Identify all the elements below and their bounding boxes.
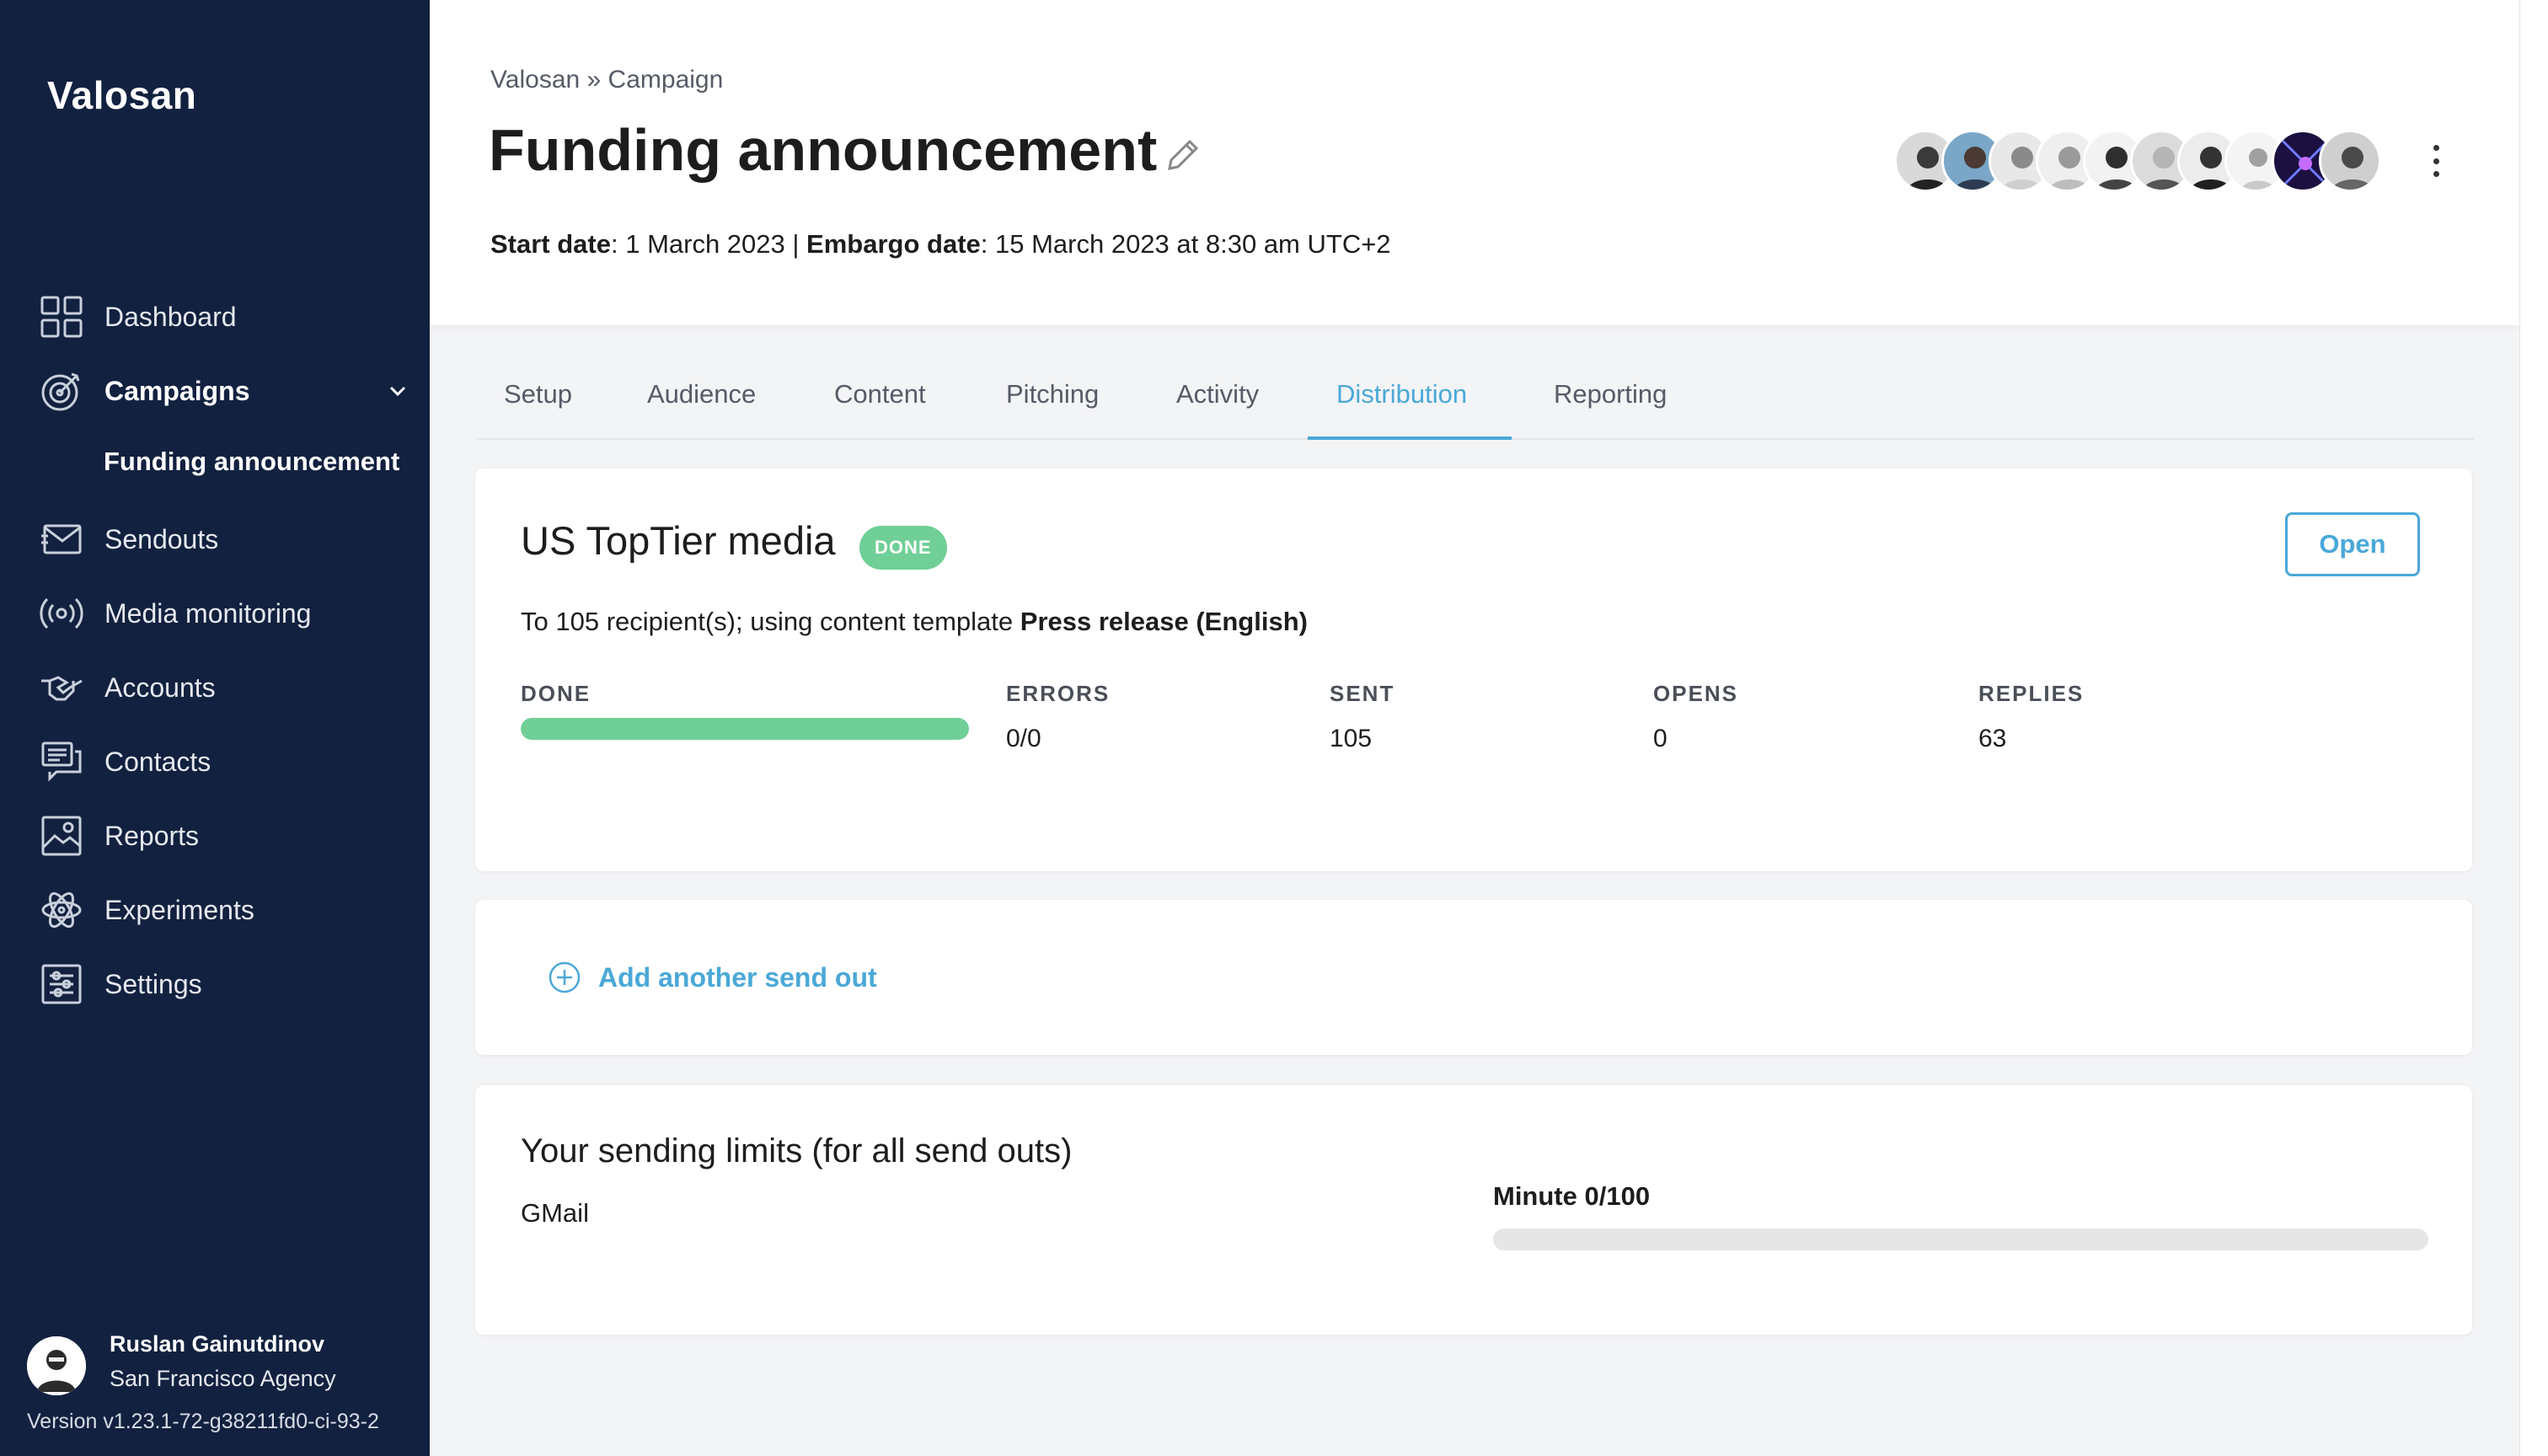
sidebar-item-label: Accounts xyxy=(104,672,216,703)
sendout-recipients: To 105 recipient(s); using content templ… xyxy=(521,607,1308,637)
tab-reporting[interactable]: Reporting xyxy=(1554,379,1667,410)
chat-bubbles-icon xyxy=(39,739,84,784)
sidebar-item-label: Sendouts xyxy=(104,523,219,554)
sending-limits-title: Your sending limits (for all send outs) xyxy=(521,1132,1073,1170)
user-avatar[interactable] xyxy=(27,1336,86,1395)
minute-limit-bar xyxy=(1493,1228,2428,1250)
plus-circle-icon[interactable] xyxy=(548,961,581,994)
sidebar-item-sendouts[interactable]: Sendouts xyxy=(39,506,410,573)
campaign-dates: Start date: 1 March 2023 | Embargo date:… xyxy=(490,229,1391,260)
sidebar-subitem-funding-announcement[interactable]: Funding announcement xyxy=(104,447,409,477)
report-image-icon xyxy=(39,813,84,859)
handshake-icon xyxy=(39,665,84,710)
sendout-title: US TopTier media xyxy=(521,518,836,563)
sendout-card: US TopTier media DONE Open To 105 recipi… xyxy=(475,468,2472,871)
stat-value-replies: 63 xyxy=(1978,725,2007,752)
campaign-header: Valosan » Campaign Funding announcement … xyxy=(430,0,2519,325)
recipients-text: To 105 recipient(s); using content templ… xyxy=(521,607,1020,636)
team-avatars[interactable] xyxy=(1894,130,2381,192)
sidebar-item-dashboard[interactable]: Dashboard xyxy=(39,283,410,351)
sidebar-item-label: Reports xyxy=(104,820,200,851)
more-options-icon[interactable] xyxy=(2423,142,2449,180)
stat-label-done: DONE xyxy=(521,681,592,706)
sidebar-item-experiments[interactable]: Experiments xyxy=(39,876,410,944)
tab-distribution[interactable]: Distribution xyxy=(1336,379,1467,410)
breadcrumb[interactable]: Valosan » Campaign xyxy=(490,66,723,94)
user-agency: San Francisco Agency xyxy=(110,1366,336,1391)
sidebar-item-reports[interactable]: Reports xyxy=(39,802,410,870)
dashboard-grid-icon xyxy=(39,294,84,340)
start-date-label: Start date xyxy=(490,229,611,259)
sidebar-item-label: Experiments xyxy=(104,894,254,925)
add-sendout-button[interactable]: Add another send out xyxy=(598,962,877,993)
pencil-edit-icon[interactable] xyxy=(1163,135,1203,175)
user-name: Ruslan Gainutdinov xyxy=(110,1331,325,1357)
start-date-value: : 1 March 2023 | xyxy=(610,229,807,259)
stat-value-errors: 0/0 xyxy=(1006,725,1041,752)
tab-content[interactable]: Content xyxy=(834,379,926,410)
team-avatar[interactable] xyxy=(2319,130,2381,192)
app-version: Version v1.23.1-72-g38211fd0-ci-93-2 xyxy=(27,1410,379,1433)
tab-activity[interactable]: Activity xyxy=(1176,379,1259,410)
sidebar-item-label: Settings xyxy=(104,968,202,999)
sidebar-item-accounts[interactable]: Accounts xyxy=(39,654,410,721)
envelope-icon xyxy=(39,517,84,562)
stat-value-sent: 105 xyxy=(1330,725,1373,752)
scrollbar[interactable] xyxy=(2519,0,2548,1456)
sidebar-item-media-monitoring[interactable]: Media monitoring xyxy=(39,580,410,647)
add-sendout-card[interactable]: Add another send out xyxy=(475,900,2472,1055)
done-progress-fill xyxy=(521,718,969,740)
sending-limits-card: Your sending limits (for all send outs) … xyxy=(475,1085,2472,1335)
minute-limit-label: Minute 0/100 xyxy=(1493,1181,1651,1211)
email-provider: GMail xyxy=(521,1198,589,1228)
tab-pitching[interactable]: Pitching xyxy=(1006,379,1099,410)
stat-value-opens: 0 xyxy=(1653,725,1667,752)
stat-label-opens: OPENS xyxy=(1653,681,1739,706)
atom-icon xyxy=(39,887,84,933)
brand-logo[interactable]: Valosan xyxy=(47,72,196,118)
sidebar-item-label: Media monitoring xyxy=(104,597,312,629)
page-title: Funding announcement xyxy=(489,117,1158,183)
stat-label-errors: ERRORS xyxy=(1006,681,1111,706)
template-name: Press release (English) xyxy=(1020,607,1308,636)
sidebar: Valosan Dashboard Campaigns Funding anno… xyxy=(0,0,430,1456)
sidebar-item-label: Contacts xyxy=(104,746,211,777)
sidebar-item-label: Campaigns xyxy=(104,375,250,406)
embargo-date-value: : 15 March 2023 at 8:30 am UTC+2 xyxy=(980,229,1391,259)
tab-setup[interactable]: Setup xyxy=(504,379,572,410)
status-badge: DONE xyxy=(859,526,947,570)
open-button[interactable]: Open xyxy=(2285,512,2420,576)
chevron-down-icon[interactable] xyxy=(386,379,410,403)
done-progress-bar xyxy=(521,718,969,740)
target-icon xyxy=(39,368,84,414)
sidebar-item-label: Dashboard xyxy=(104,301,237,332)
sidebar-item-campaigns[interactable]: Campaigns xyxy=(39,357,410,425)
campaign-tabs: Setup Audience Content Pitching Activity… xyxy=(477,354,2474,440)
sidebar-item-settings[interactable]: Settings xyxy=(39,950,410,1018)
tab-audience[interactable]: Audience xyxy=(647,379,756,410)
embargo-date-label: Embargo date xyxy=(806,229,981,259)
stat-label-sent: SENT xyxy=(1330,681,1395,706)
stat-label-replies: REPLIES xyxy=(1978,681,2085,706)
active-tab-indicator xyxy=(1308,436,1512,440)
sliders-icon xyxy=(39,961,84,1007)
broadcast-icon xyxy=(39,591,84,636)
sidebar-item-contacts[interactable]: Contacts xyxy=(39,728,410,795)
